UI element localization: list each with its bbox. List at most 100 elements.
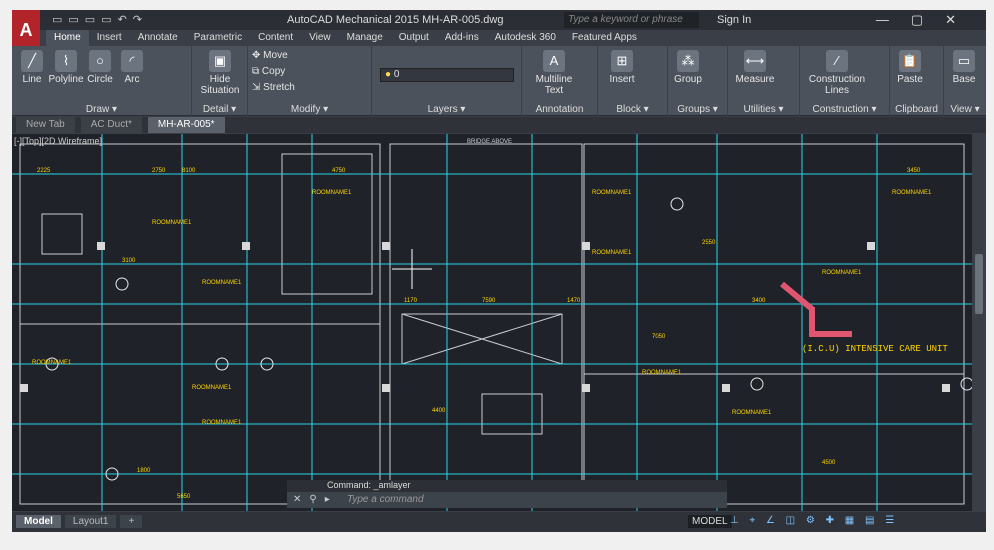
measure-button[interactable]: ⟷ Measure <box>732 50 778 85</box>
panel-block-title[interactable]: Block ▾ <box>598 104 667 115</box>
insert-block-button[interactable]: ⊞ Insert <box>602 50 642 85</box>
tab-content[interactable]: Content <box>250 30 301 46</box>
doc-tab-ac-duct[interactable]: AC Duct* <box>80 117 142 133</box>
ribbon-tabs: Home Insert Annotate Parametric Content … <box>46 30 645 46</box>
dim-text: 1800 <box>137 468 151 474</box>
layer-dropdown[interactable]: ● 0 <box>380 68 514 82</box>
command-icons[interactable]: ✕⚲▸ <box>293 494 338 505</box>
room-name: ROOMNAME1 <box>312 190 352 196</box>
tab-autodesk360[interactable]: Autodesk 360 <box>487 30 564 46</box>
panel-groups-title[interactable]: Groups ▾ <box>668 104 727 115</box>
document-tabs: New Tab AC Duct* MH-AR-005* <box>12 117 986 133</box>
status-tool-icons[interactable]: ⊥ ⌖ ∠ ◫ ⚙ ✚ ▦ ▤ ☰ <box>730 515 898 526</box>
dim-text: 4500 <box>822 460 836 466</box>
panel-construction: ⁄ Construction Lines Construction ▾ <box>800 46 890 116</box>
room-name: ROOMNAME1 <box>732 410 772 416</box>
arc-icon: ◜ <box>121 50 143 72</box>
panel-view: ▭ Base View ▾ <box>944 46 986 116</box>
construction-lines-button[interactable]: ⁄ Construction Lines <box>802 50 872 96</box>
doc-tab-mh-ar-005[interactable]: MH-AR-005* <box>147 117 225 133</box>
tab-view[interactable]: View <box>301 30 339 46</box>
tab-annotate[interactable]: Annotate <box>130 30 186 46</box>
tab-model[interactable]: Model <box>16 515 61 528</box>
tab-output[interactable]: Output <box>391 30 437 46</box>
dim-text: 1170 <box>404 298 418 304</box>
tab-addins[interactable]: Add-ins <box>437 30 487 46</box>
panel-clipboard-title[interactable]: Clipboard <box>890 104 943 115</box>
dim-text: 2225 <box>37 168 51 174</box>
application-menu-button[interactable]: A <box>12 10 40 50</box>
panel-annotation-title[interactable]: Annotation <box>522 104 597 115</box>
stretch-icon: ⇲ <box>252 82 264 93</box>
panel-utilities: ⟷ Measure Utilities ▾ <box>728 46 800 116</box>
copy-button[interactable]: ⧉ Copy <box>252 66 312 77</box>
move-button[interactable]: ✥ Move <box>252 50 312 61</box>
dim-text: 3400 <box>752 298 766 304</box>
panel-block: ⊞ Insert Block ▾ <box>598 46 668 116</box>
drawing-canvas[interactable]: BRIDGE ABOVE (I.C.U) INTENSIVE CARE UNIT… <box>12 134 972 511</box>
model-space-button[interactable]: MODEL <box>688 515 732 528</box>
dim-text: 8100 <box>182 168 196 174</box>
group-icon: ⁂ <box>677 50 699 72</box>
hide-situation-button[interactable]: ▣ Hide Situation <box>196 50 244 96</box>
base-view-icon: ▭ <box>953 50 975 72</box>
paste-icon: 📋 <box>899 50 921 72</box>
circle-icon: ○ <box>89 50 111 72</box>
room-name: ROOMNAME1 <box>892 190 932 196</box>
panel-clipboard: 📋 Paste Clipboard <box>890 46 944 116</box>
dim-text: 4750 <box>332 168 346 174</box>
hide-situation-icon: ▣ <box>209 50 231 72</box>
search-input[interactable]: Type a keyword or phrase <box>564 12 699 28</box>
dim-text: 1470 <box>567 298 581 304</box>
tab-layout1[interactable]: Layout1 <box>64 515 117 528</box>
icu-label: (I.C.U) INTENSIVE CARE UNIT <box>802 344 948 354</box>
panel-draw-title[interactable]: Draw ▾ <box>12 104 191 115</box>
tab-home[interactable]: Home <box>46 30 89 46</box>
panel-layers-title[interactable]: Layers ▾ <box>372 104 521 115</box>
add-layout-button[interactable]: + <box>120 515 143 528</box>
multiline-text-button[interactable]: A Multiline Text <box>530 50 578 96</box>
quick-access-toolbar[interactable]: ▭▭▭▭↶↷ <box>52 13 148 26</box>
scrollbar-thumb[interactable] <box>975 254 983 314</box>
panel-modify-title[interactable]: Modify ▾ <box>248 104 371 115</box>
tab-parametric[interactable]: Parametric <box>186 30 250 46</box>
viewport-controls[interactable]: [-][Top][2D Wireframe] <box>14 136 102 146</box>
tab-featured-apps[interactable]: Featured Apps <box>564 30 645 46</box>
group-button[interactable]: ⁂ Group <box>668 50 708 85</box>
room-name: ROOMNAME1 <box>592 250 632 256</box>
base-view-button[interactable]: ▭ Base <box>944 50 984 85</box>
line-icon: ╱ <box>21 50 43 72</box>
panel-detail-title[interactable]: Detail ▾ <box>192 104 247 115</box>
tab-manage[interactable]: Manage <box>339 30 391 46</box>
room-name: ROOMNAME1 <box>32 360 72 366</box>
polyline-icon: ⌇ <box>55 50 77 72</box>
panel-draw: ╱ Line ⌇ Polyline ○ Circle ◜ Arc Draw ▾ <box>12 46 192 116</box>
insert-icon: ⊞ <box>611 50 633 72</box>
dimension-lines <box>12 134 972 511</box>
sign-in-link[interactable]: Sign In <box>717 14 751 26</box>
room-name: ROOMNAME1 <box>192 385 232 391</box>
arc-button[interactable]: ◜ Arc <box>112 50 152 85</box>
panel-layers: ● 0 Layers ▾ <box>372 46 522 116</box>
command-history: Command: _amlayer <box>287 480 727 492</box>
paste-button[interactable]: 📋 Paste <box>890 50 930 85</box>
dim-text: 3450 <box>907 168 921 174</box>
room-name: ROOMNAME1 <box>822 270 862 276</box>
dim-text: 5650 <box>177 494 191 500</box>
panel-construction-title[interactable]: Construction ▾ <box>800 104 889 115</box>
status-bar: Model Layout1 + MODEL ⊥ ⌖ ∠ ◫ ⚙ ✚ ▦ ▤ ☰ <box>12 512 986 532</box>
crosshair-cursor <box>392 249 432 289</box>
dim-text: 2550 <box>702 240 716 246</box>
vertical-scrollbar[interactable] <box>972 134 986 511</box>
room-name: ROOMNAME1 <box>152 220 192 226</box>
panel-utilities-title[interactable]: Utilities ▾ <box>728 104 799 115</box>
command-input[interactable]: ✕⚲▸ Type a command <box>287 492 727 508</box>
room-name: ROOMNAME1 <box>202 280 242 286</box>
ramp-hatch <box>780 281 852 337</box>
window-controls[interactable]: —▢✕ <box>876 12 978 28</box>
doc-tab-new[interactable]: New Tab <box>16 117 75 133</box>
panel-view-title[interactable]: View ▾ <box>944 104 986 115</box>
room-names: ROOMNAME1 ROOMNAME1 ROOMNAME1 ROOMNAME1 … <box>32 190 932 426</box>
stretch-button[interactable]: ⇲ Stretch <box>252 82 312 93</box>
tab-insert[interactable]: Insert <box>89 30 130 46</box>
